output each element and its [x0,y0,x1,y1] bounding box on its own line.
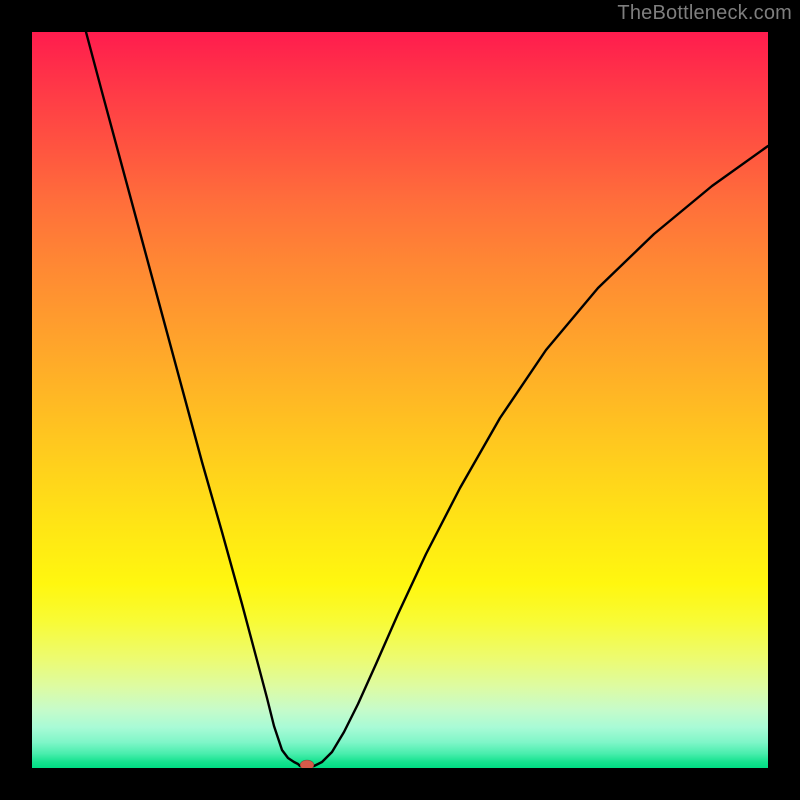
bottleneck-curve [86,32,768,766]
watermark-text: TheBottleneck.com [617,2,792,25]
optimum-marker [300,760,314,768]
curve-svg [32,32,768,768]
plot-area [32,32,768,768]
chart-frame: TheBottleneck.com [0,0,800,800]
